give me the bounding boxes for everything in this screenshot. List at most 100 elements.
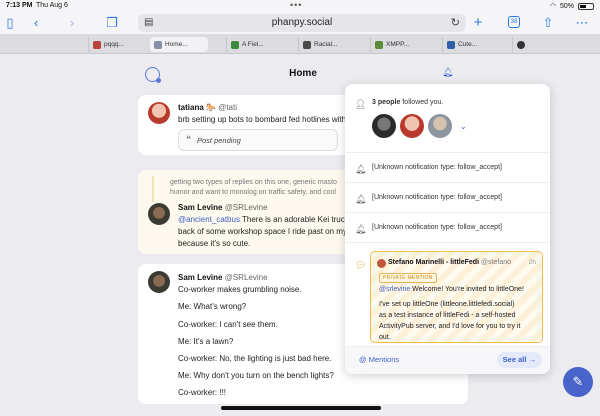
reply-context-text: humor and want to monolog on traffic saf… bbox=[170, 189, 336, 196]
pending-label: Post pending bbox=[197, 136, 241, 145]
notifications-bell-icon[interactable]: 🔔︎ bbox=[442, 67, 453, 78]
reload-icon[interactable]: ↻ bbox=[451, 16, 460, 29]
tab-strip: pqqq... Home... A Fiel... Racial... XMPP… bbox=[0, 34, 600, 54]
post-text: Me: What's wrong? bbox=[178, 302, 247, 311]
avatar[interactable] bbox=[428, 114, 452, 138]
mention-notification[interactable]: Stefano Marinelli - littleFedi @stefano … bbox=[370, 251, 543, 343]
home-indicator[interactable] bbox=[221, 406, 381, 410]
post-text: Me: It's a lawn? bbox=[178, 337, 234, 346]
mention-text-line: Welcome! You're invited to littleOne! bbox=[410, 286, 524, 293]
post-author[interactable]: Sam Levine @SRLevine bbox=[178, 273, 268, 282]
follow-count[interactable]: 3 people bbox=[372, 99, 400, 106]
mention-text: I've set up littleOne (littleone.littlef… bbox=[379, 301, 515, 308]
tab-label: Home... bbox=[165, 41, 188, 48]
avatar[interactable] bbox=[377, 259, 386, 268]
post-author[interactable]: tatiana 🐎 @tati bbox=[178, 103, 237, 112]
new-tab-icon[interactable]: + bbox=[470, 15, 486, 31]
share-icon[interactable]: ⇧ bbox=[540, 15, 556, 31]
battery-icon bbox=[578, 2, 594, 10]
post-text: brb setting up bots to bombard fed hotli… bbox=[178, 115, 347, 124]
author-handle: @SRLevine bbox=[224, 273, 268, 282]
status-date: Thu Aug 6 bbox=[36, 2, 68, 9]
divider bbox=[345, 152, 550, 153]
divider bbox=[345, 182, 550, 183]
tab-2[interactable]: A Fiel... bbox=[226, 37, 296, 52]
reply-context-text: getting two types of replies on this one… bbox=[170, 179, 337, 186]
avatar[interactable] bbox=[372, 114, 396, 138]
tab-favicon-icon bbox=[154, 40, 162, 49]
avatar[interactable] bbox=[148, 203, 170, 225]
mention-text: ActivityPub server, and I'd love for you… bbox=[379, 323, 521, 330]
post-text: Co-worker makes grumbling noise. bbox=[178, 285, 302, 294]
tab-4[interactable]: XMPP... bbox=[370, 37, 440, 52]
reply-context-bar bbox=[152, 176, 154, 202]
wifi-icon: ◠ bbox=[549, 3, 556, 10]
tab-favicon-icon bbox=[447, 40, 455, 49]
tab-label: Racial... bbox=[314, 41, 338, 48]
post-author[interactable]: Sam Levine @SRLevine bbox=[178, 203, 268, 212]
tab-label: A Fiel... bbox=[242, 41, 264, 48]
more-icon[interactable]: ⋯ bbox=[574, 15, 590, 31]
mention-text: out. bbox=[379, 334, 391, 341]
tab-6[interactable] bbox=[512, 37, 600, 52]
avatar[interactable] bbox=[400, 114, 424, 138]
see-all-button[interactable]: See all → bbox=[496, 352, 542, 368]
browser-toolbar: ▯ ‹ › ❒ ▤ phanpy.social ↻ + 38 ⇧ ⋯ bbox=[0, 12, 600, 34]
tab-label: XMPP... bbox=[386, 41, 410, 48]
mention-link[interactable]: @ancient_catbus bbox=[178, 215, 240, 224]
sidebar-icon[interactable]: ▯ bbox=[2, 15, 18, 31]
page-title: Home bbox=[289, 68, 317, 79]
post-text: Co-worker: I can't see them. bbox=[178, 320, 278, 329]
mention-author[interactable]: Stefano Marinelli - littleFedi @stefano bbox=[388, 259, 511, 266]
compose-button[interactable]: ✎ bbox=[563, 367, 593, 397]
post-text: Me: Why don't you turn on the bench ligh… bbox=[178, 371, 334, 380]
mention-time: 2h bbox=[528, 259, 536, 266]
post-text: Co-worker: No, the lighting is just bad … bbox=[178, 354, 332, 363]
avatar[interactable] bbox=[148, 271, 170, 293]
follow-text: followed you. bbox=[400, 99, 444, 106]
author-name: tatiana 🐎 bbox=[178, 103, 216, 112]
mentions-link[interactable]: @ Mentions bbox=[359, 355, 399, 364]
tab-1[interactable]: Home... bbox=[150, 37, 208, 52]
back-icon[interactable]: ‹ bbox=[28, 15, 44, 31]
avatar[interactable] bbox=[148, 102, 170, 124]
author-handle: @stefano bbox=[480, 259, 512, 266]
at-icon: @ bbox=[359, 355, 367, 364]
address-bar[interactable]: ▤ phanpy.social ↻ bbox=[138, 14, 466, 32]
bookmarks-icon[interactable]: ❒ bbox=[104, 15, 120, 31]
mentions-label: Mentions bbox=[368, 355, 400, 364]
post-text: Co-worker: !!! bbox=[178, 388, 227, 397]
notification-text: [Unknown notification type: follow_accep… bbox=[372, 194, 502, 201]
tab-favicon-icon bbox=[93, 40, 101, 49]
forward-icon[interactable]: › bbox=[64, 15, 80, 31]
post-text: because it's so cute. bbox=[178, 239, 251, 248]
bell-icon: 🔔︎ bbox=[355, 164, 367, 174]
popover-footer: @ Mentions See all → bbox=[345, 346, 550, 374]
mention-text: @srlevine Welcome! You're invited to lit… bbox=[379, 286, 524, 293]
tab-0[interactable]: pqqq... bbox=[88, 37, 148, 52]
mention-link[interactable]: @srlevine bbox=[379, 286, 410, 293]
tab-5[interactable]: Cute... bbox=[442, 37, 512, 52]
battery-fill bbox=[580, 4, 586, 8]
mention-text: as a test instance of littleFedi - a sel… bbox=[379, 312, 516, 319]
author-name: Sam Levine bbox=[178, 273, 223, 282]
multitasking-dots[interactable]: ••• bbox=[290, 0, 302, 10]
tab-3[interactable]: Racial... bbox=[298, 37, 368, 52]
follow-notification-text: 3 people followed you. bbox=[372, 99, 443, 106]
notification-text: [Unknown notification type: follow_accep… bbox=[372, 224, 502, 231]
post-text: @ancient_catbus There is an adorable Kei… bbox=[178, 215, 349, 224]
status-time: 7:13 PM bbox=[6, 2, 33, 9]
tab-overview-icon[interactable]: 38 bbox=[508, 16, 520, 28]
mention-bubble-icon: 💬︎ bbox=[355, 260, 367, 270]
person-icon: 👤︎ bbox=[355, 99, 367, 109]
tab-favicon-icon bbox=[231, 40, 239, 49]
tab-label: pqqq... bbox=[104, 41, 124, 48]
private-mention-badge: PRIVATE MENTION bbox=[379, 273, 437, 283]
author-name: Stefano Marinelli - littleFedi bbox=[388, 259, 480, 266]
tab-label: Cute... bbox=[458, 41, 478, 48]
author-handle: @tati bbox=[218, 103, 237, 112]
battery-percent: 50% bbox=[559, 2, 574, 10]
post-text: back of some workshop space I ride past … bbox=[178, 227, 347, 236]
tab-favicon-icon bbox=[303, 40, 311, 49]
chevron-down-icon[interactable]: ⌄ bbox=[460, 122, 467, 131]
